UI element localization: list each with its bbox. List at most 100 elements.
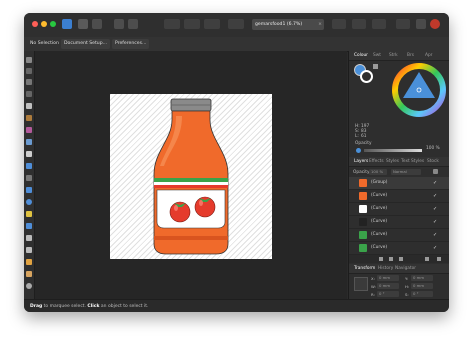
anchor-point-selector[interactable] bbox=[354, 277, 368, 291]
pencil-tool-icon[interactable] bbox=[26, 115, 32, 121]
width-field[interactable]: 0 mm bbox=[377, 283, 399, 289]
rectangle-tool-icon[interactable] bbox=[26, 187, 32, 193]
persona-export-icon[interactable] bbox=[92, 19, 102, 29]
layer-row-curve[interactable]: (Curve) ✓ bbox=[349, 203, 449, 216]
layer-visibility-check[interactable]: ✓ bbox=[433, 242, 437, 254]
crop-tool-icon[interactable] bbox=[26, 175, 32, 181]
layer-thumbnail bbox=[359, 205, 367, 213]
color-picker-tool-icon[interactable] bbox=[26, 259, 32, 265]
grid-icon[interactable] bbox=[352, 19, 366, 29]
close-window-button[interactable] bbox=[32, 21, 38, 27]
place-image-icon[interactable] bbox=[26, 163, 32, 169]
artboard-tool-icon[interactable] bbox=[26, 79, 32, 85]
layer-row-curve[interactable]: (Curve) ✓ bbox=[349, 242, 449, 255]
tab-colour[interactable]: Colour bbox=[354, 51, 368, 60]
snapping-icon[interactable] bbox=[114, 19, 124, 29]
move-tool-icon[interactable] bbox=[26, 57, 32, 63]
layer-row-group[interactable]: (Group) ✓ bbox=[349, 177, 449, 190]
layer-row-curve[interactable]: (Curve) ✓ bbox=[349, 190, 449, 203]
view-mode-icon[interactable] bbox=[128, 19, 138, 29]
transparency-tool-icon[interactable] bbox=[26, 151, 32, 157]
white-stripe bbox=[154, 182, 228, 185]
layer-name: (Curve) bbox=[371, 206, 388, 211]
align-icon[interactable] bbox=[184, 19, 200, 29]
stroke-swatch-icon[interactable] bbox=[360, 70, 373, 83]
eyedropper-icon[interactable] bbox=[373, 64, 378, 69]
layer-visibility-check[interactable]: ✓ bbox=[433, 177, 437, 189]
layer-thumbnail bbox=[359, 192, 367, 200]
fill-tool-icon[interactable] bbox=[26, 139, 32, 145]
layer-row-curve[interactable]: (Curve) ✓ bbox=[349, 229, 449, 242]
corner-tool-icon[interactable] bbox=[26, 91, 32, 97]
y-field[interactable]: 0 mm bbox=[411, 275, 433, 281]
triangle-tool-icon[interactable] bbox=[26, 223, 32, 229]
layer-thumbnail bbox=[359, 244, 367, 252]
layer-visibility-check[interactable]: ✓ bbox=[433, 203, 437, 215]
preferences-button[interactable]: Preferences... bbox=[112, 39, 150, 49]
app-window: gemarsfood1 (6.7%) × No Selection Docume… bbox=[24, 13, 449, 312]
tab-swatches[interactable]: Swt bbox=[373, 51, 381, 60]
ketchup-bottle-illustration[interactable] bbox=[110, 94, 272, 259]
tab-text-styles[interactable]: Text Styles bbox=[401, 157, 424, 166]
tab-layers[interactable]: Layers bbox=[354, 157, 368, 166]
tab-styles[interactable]: Styles bbox=[386, 157, 399, 166]
opacity-slider[interactable] bbox=[364, 149, 422, 152]
tab-effects[interactable]: Effects bbox=[369, 157, 384, 166]
layer-thumbnail bbox=[359, 231, 367, 239]
transform-mode-icon[interactable] bbox=[332, 19, 346, 29]
shape-tool-icon[interactable] bbox=[26, 211, 32, 217]
status-click-text: an object to select it. bbox=[99, 304, 149, 309]
document-setup-button[interactable]: Document Setup... bbox=[61, 39, 111, 49]
zoom-window-button[interactable] bbox=[50, 21, 56, 27]
app-logo-icon[interactable] bbox=[62, 19, 72, 29]
persona-pixel-icon[interactable] bbox=[78, 19, 88, 29]
layer-row-curve[interactable]: (Curve) ✓ bbox=[349, 216, 449, 229]
layer-settings-icon[interactable] bbox=[433, 169, 438, 174]
pen-tool-icon[interactable] bbox=[26, 103, 32, 109]
live-filter-icon[interactable] bbox=[399, 257, 403, 261]
layer-visibility-check[interactable]: ✓ bbox=[433, 190, 437, 202]
insert-icon[interactable] bbox=[228, 19, 244, 29]
guides-icon[interactable] bbox=[372, 19, 386, 29]
frame-text-tool-icon[interactable] bbox=[26, 247, 32, 253]
tab-transform[interactable]: Transform bbox=[354, 264, 375, 273]
node-tool-icon[interactable] bbox=[26, 68, 32, 74]
boolean-ops-icon[interactable] bbox=[204, 19, 220, 29]
mask-layer-icon[interactable] bbox=[379, 257, 383, 261]
layer-opacity-field[interactable]: 100 % bbox=[369, 169, 387, 175]
x-field[interactable]: 0 mm bbox=[377, 275, 399, 281]
close-tab-icon[interactable]: × bbox=[318, 19, 322, 30]
tab-appearance[interactable]: Apr bbox=[425, 51, 432, 60]
text-tool-icon[interactable] bbox=[26, 235, 32, 241]
tab-stroke[interactable]: Strk bbox=[389, 51, 398, 60]
document-tab[interactable]: gemarsfood1 (6.7%) × bbox=[252, 19, 324, 30]
ellipse-tool-icon[interactable] bbox=[26, 199, 32, 205]
assistant-icon[interactable] bbox=[416, 19, 426, 29]
layers-order-icon[interactable] bbox=[396, 19, 410, 29]
color-picker-icon[interactable] bbox=[430, 19, 440, 29]
trash-icon[interactable] bbox=[437, 257, 441, 261]
red-stripe bbox=[154, 185, 228, 188]
adjustment-layer-icon[interactable] bbox=[389, 257, 393, 261]
layer-visibility-check[interactable]: ✓ bbox=[433, 229, 437, 241]
add-layer-icon[interactable] bbox=[425, 257, 429, 261]
canvas-area[interactable] bbox=[35, 51, 347, 299]
shear-field[interactable]: 0 ° bbox=[411, 291, 433, 297]
brush-tool-icon[interactable] bbox=[26, 127, 32, 133]
rotation-field[interactable]: 0 ° bbox=[377, 291, 399, 297]
hand-tool-icon[interactable] bbox=[26, 271, 32, 277]
color-triangle[interactable] bbox=[403, 72, 435, 98]
zoom-tool-icon[interactable] bbox=[26, 283, 32, 289]
color-wheel[interactable] bbox=[391, 62, 447, 118]
tab-history[interactable]: History bbox=[378, 264, 393, 273]
minimize-window-button[interactable] bbox=[41, 21, 47, 27]
arrange-icon[interactable] bbox=[164, 19, 180, 29]
selection-status: No Selection bbox=[30, 41, 59, 46]
height-field[interactable]: 0 mm bbox=[411, 283, 433, 289]
artboard[interactable] bbox=[110, 94, 272, 259]
tab-stock[interactable]: Stock bbox=[427, 157, 439, 166]
tab-navigator[interactable]: Navigator bbox=[395, 264, 416, 273]
layer-visibility-check[interactable]: ✓ bbox=[433, 216, 437, 228]
blend-mode-select[interactable]: Normal bbox=[391, 169, 421, 175]
tab-brushes[interactable]: Brs bbox=[407, 51, 414, 60]
